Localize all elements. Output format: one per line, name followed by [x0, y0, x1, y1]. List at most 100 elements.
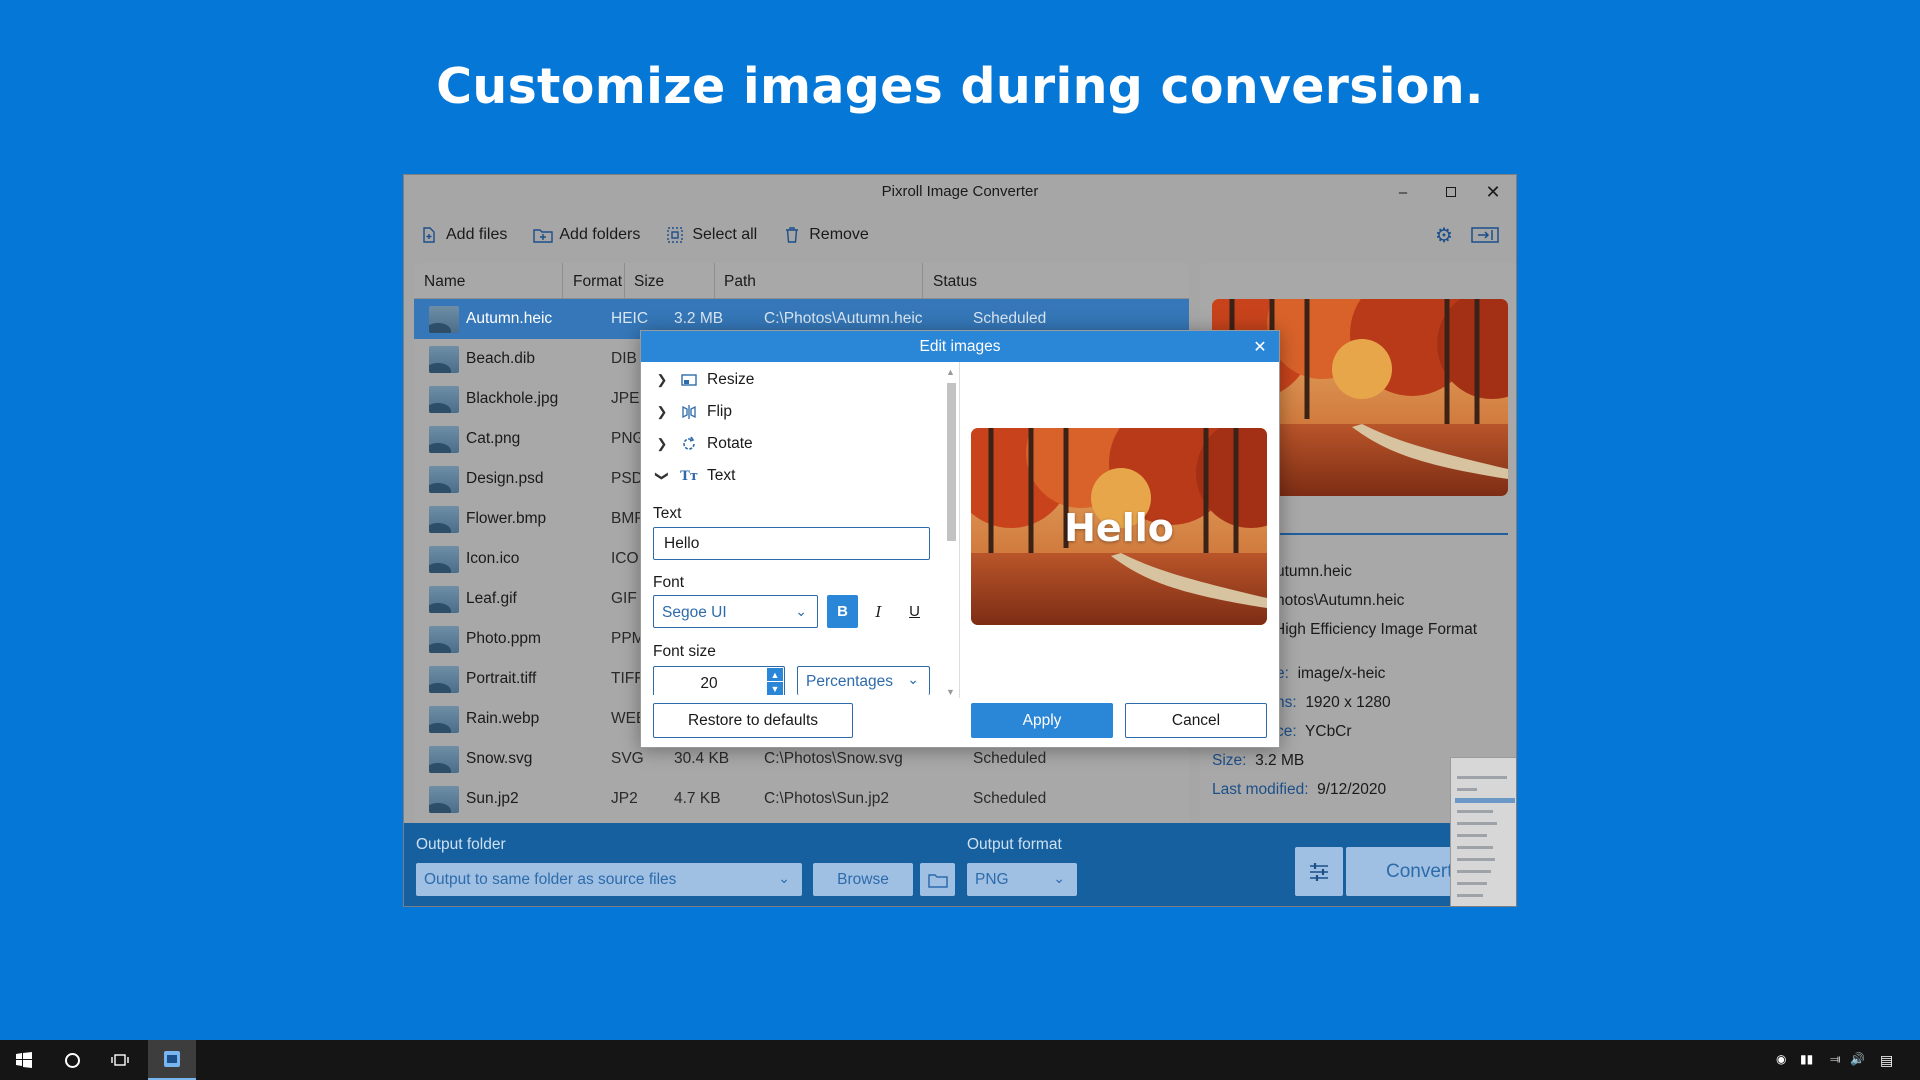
thumb-line — [1457, 788, 1477, 791]
volume-icon[interactable]: 🔊 — [1850, 1052, 1865, 1066]
add-file-icon — [420, 226, 438, 244]
minimize-icon[interactable]: – — [1380, 178, 1426, 206]
cell-status: Scheduled — [973, 310, 1047, 327]
thumb-line — [1457, 846, 1493, 849]
spin-up-icon[interactable]: ▲ — [767, 668, 783, 681]
detail-size-key: Size: — [1212, 752, 1247, 769]
taskbar: ◉ ▮▮ ⫥ 🔊 ▤ — [0, 1040, 1920, 1080]
gear-icon[interactable]: ⚙ — [1428, 221, 1460, 249]
detail-path: hotos\Autumn.heic — [1276, 592, 1405, 609]
scroll-thumb[interactable] — [947, 383, 956, 541]
remove-label: Remove — [809, 226, 869, 243]
cell-path: C:\Photos\Sun.jp2 — [764, 790, 889, 807]
output-format-select[interactable]: PNG ⌄ — [967, 863, 1077, 896]
task-view-icon[interactable] — [96, 1040, 144, 1080]
scroll-down-icon[interactable]: ▼ — [946, 687, 955, 697]
wifi-icon[interactable]: ⫥ — [1830, 1052, 1840, 1067]
chevron-right-icon[interactable]: ❯ — [655, 436, 669, 452]
table-row[interactable]: Sun.jp2 JP2 4.7 KB C:\Photos\Sun.jp2 Schedul… — [414, 779, 1189, 819]
chevron-down-icon: ⌄ — [778, 870, 790, 886]
dialog-title: Edit images — [641, 331, 1279, 362]
font-size-value: 20 — [700, 675, 718, 692]
taskbar-window-thumbnail[interactable] — [1450, 757, 1516, 906]
cell-name: Cat.png — [466, 430, 521, 447]
chevron-right-icon[interactable]: ❯ — [655, 404, 669, 420]
italic-button[interactable]: I — [863, 595, 894, 628]
font-select[interactable]: Segoe UI ⌄ — [653, 595, 818, 628]
detail-mime: e: image/x-heic — [1276, 665, 1385, 683]
select-all-button[interactable]: Select all — [666, 226, 757, 244]
search-icon[interactable] — [48, 1040, 96, 1080]
column-divider[interactable] — [562, 263, 563, 299]
add-files-button[interactable]: Add files — [420, 226, 507, 244]
cancel-label: Cancel — [1171, 711, 1221, 729]
col-status-header[interactable]: Status — [933, 273, 977, 291]
chevron-down-icon[interactable]: ❯ — [654, 469, 670, 483]
cancel-button[interactable]: Cancel — [1125, 703, 1267, 738]
bold-button[interactable]: B — [827, 595, 858, 628]
open-folder-button[interactable] — [920, 863, 955, 896]
font-size-unit-select[interactable]: Percentages ⌄ — [797, 666, 930, 695]
restore-label: Restore to defaults — [687, 711, 819, 729]
column-divider[interactable] — [714, 263, 715, 299]
toolbar: Add files Add folders Select all Remove — [420, 221, 869, 249]
browse-button[interactable]: Browse — [813, 863, 913, 896]
maximize-icon[interactable] — [1428, 178, 1474, 206]
close-icon[interactable]: ✕ — [1470, 178, 1516, 206]
col-name-header[interactable]: Name — [424, 273, 465, 291]
chevron-down-icon: ⌄ — [1053, 870, 1065, 886]
restore-defaults-button[interactable]: Restore to defaults — [653, 703, 853, 738]
dialog-close-icon[interactable]: ✕ — [1247, 331, 1273, 362]
output-format-label: Output format — [967, 836, 1062, 853]
notifications-icon[interactable]: ▤ — [1880, 1052, 1893, 1069]
title-bar: Pixroll Image Converter – ✕ — [404, 175, 1516, 209]
edit-settings-button[interactable] — [1295, 847, 1343, 896]
col-format-header[interactable]: Format — [573, 273, 622, 291]
cell-name: Portrait.tiff — [466, 670, 537, 687]
tree-label-resize: Resize — [707, 371, 755, 388]
remove-button[interactable]: Remove — [783, 226, 869, 244]
image-thumbnail-icon — [429, 466, 459, 493]
font-size-stepper[interactable]: 20 ▲ ▼ — [653, 666, 785, 695]
apply-button[interactable]: Apply — [971, 703, 1113, 738]
edit-images-dialog: Edit images ✕ ❯ Resize ❯ Flip ❯ Rotate ❯… — [640, 330, 1280, 748]
column-divider[interactable] — [922, 263, 923, 299]
text-input[interactable]: Hello — [653, 527, 930, 560]
battery-icon[interactable]: ▮▮ — [1800, 1052, 1813, 1066]
detail-size-value: 3.2 MB — [1255, 752, 1305, 769]
tree-item-rotate[interactable]: ❯ Rotate — [655, 432, 753, 456]
rotate-icon — [681, 436, 697, 452]
output-folder-select[interactable]: Output to same folder as source files ⌄ — [416, 863, 802, 896]
dialog-scrollbar[interactable]: ▲ ▼ — [944, 365, 958, 697]
detail-modified: Last modified: 9/12/2020 — [1212, 781, 1386, 799]
add-folders-button[interactable]: Add folders — [533, 226, 640, 244]
tree-label-flip: Flip — [707, 403, 732, 420]
bold-label: B — [837, 603, 848, 620]
tree-item-resize[interactable]: ❯ Resize — [655, 368, 755, 392]
col-size-header[interactable]: Size — [634, 273, 664, 291]
cell-name: Autumn.heic — [466, 310, 553, 327]
thumb-line — [1457, 882, 1487, 885]
tree-item-text[interactable]: ❯ Tт Text — [655, 464, 735, 488]
pixroll-taskbar-icon[interactable] — [148, 1040, 196, 1080]
folder-icon — [927, 873, 948, 888]
underline-button[interactable]: U — [899, 595, 930, 628]
tree-item-flip[interactable]: ❯ Flip — [655, 400, 732, 424]
scroll-up-icon[interactable]: ▲ — [946, 367, 955, 377]
cell-path: C:\Photos\Snow.svg — [764, 750, 903, 767]
panel-toggle-icon[interactable] — [1468, 221, 1502, 249]
preview-overlay-text: Hello — [1064, 506, 1174, 550]
thumb-line — [1457, 894, 1483, 897]
image-thumbnail-icon — [429, 426, 459, 453]
cell-size: 3.2 MB — [674, 310, 724, 327]
column-divider[interactable] — [624, 263, 625, 299]
chevron-right-icon[interactable]: ❯ — [655, 372, 669, 388]
spin-down-icon[interactable]: ▼ — [767, 682, 783, 695]
dialog-divider — [959, 362, 960, 698]
font-label: Font — [653, 574, 685, 591]
col-path-header[interactable]: Path — [724, 273, 756, 291]
network-icon[interactable]: ◉ — [1776, 1052, 1786, 1066]
apply-label: Apply — [1022, 711, 1062, 729]
image-thumbnail-icon — [429, 706, 459, 733]
windows-start-icon[interactable] — [0, 1040, 48, 1080]
